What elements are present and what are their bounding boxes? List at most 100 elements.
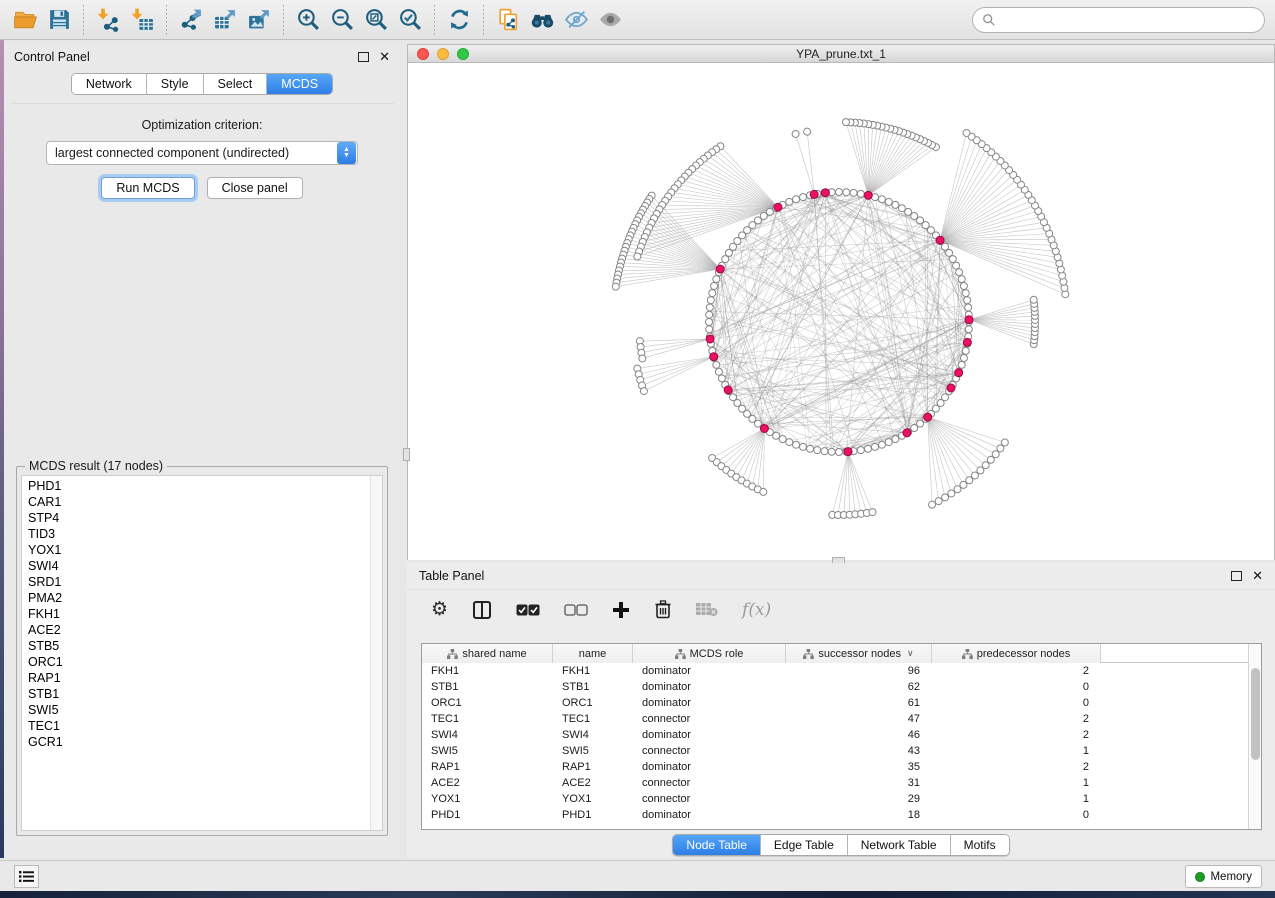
- graph-node[interactable]: [773, 432, 780, 439]
- graph-node[interactable]: [892, 201, 899, 208]
- tab-network-table[interactable]: Network Table: [848, 835, 951, 855]
- tab-style[interactable]: Style: [147, 74, 204, 94]
- graph-node[interactable]: [779, 436, 786, 443]
- graph-node[interactable]: [964, 297, 971, 304]
- graph-node[interactable]: [878, 196, 885, 203]
- criterion-dropdown[interactable]: largest connected component (undirected)…: [46, 141, 358, 165]
- graph-dominator-node[interactable]: [864, 191, 872, 199]
- graph-node[interactable]: [836, 189, 843, 196]
- close-panel-button[interactable]: Close panel: [207, 177, 303, 199]
- graph-dominator-node[interactable]: [844, 448, 852, 456]
- mcds-result-item[interactable]: SWI4: [28, 558, 370, 574]
- graph-node[interactable]: [800, 194, 807, 201]
- zoom-selected-icon[interactable]: [393, 5, 427, 35]
- mcds-result-item[interactable]: TEC1: [28, 718, 370, 734]
- graph-node[interactable]: [905, 208, 912, 215]
- graph-node[interactable]: [706, 326, 713, 333]
- compare-networks-icon[interactable]: [491, 5, 525, 35]
- table-row[interactable]: FKH1FKH1dominator962: [422, 663, 1248, 679]
- mcds-result-list[interactable]: PHD1CAR1STP4TID3YOX1SWI4SRD1PMA2FKH1ACE2…: [22, 476, 370, 830]
- table-scrollbar[interactable]: [1248, 644, 1261, 829]
- deselect-all-rows-icon[interactable]: [564, 604, 588, 616]
- zoom-in-icon[interactable]: [291, 5, 325, 35]
- mcds-result-item[interactable]: PMA2: [28, 590, 370, 606]
- table-row[interactable]: SWI5SWI5connector431: [422, 743, 1248, 759]
- export-network-icon[interactable]: [174, 5, 208, 35]
- mcds-result-item[interactable]: FKH1: [28, 606, 370, 622]
- graph-node[interactable]: [960, 481, 967, 488]
- mcds-result-item[interactable]: SRD1: [28, 574, 370, 590]
- graph-node[interactable]: [878, 441, 885, 448]
- select-all-rows-icon[interactable]: [516, 604, 540, 616]
- run-mcds-button[interactable]: Run MCDS: [101, 177, 194, 199]
- graph-dominator-node[interactable]: [810, 190, 818, 198]
- float-table-panel-icon[interactable]: [1231, 571, 1242, 581]
- graph-node[interactable]: [965, 326, 972, 333]
- graph-node[interactable]: [958, 276, 965, 283]
- show-all-icon[interactable]: [593, 5, 627, 35]
- float-panel-icon[interactable]: [358, 52, 369, 62]
- tab-node-table[interactable]: Node Table: [673, 835, 761, 855]
- close-panel-icon[interactable]: ✕: [379, 52, 390, 62]
- graph-dominator-node[interactable]: [760, 424, 768, 432]
- delete-column-icon[interactable]: [654, 600, 672, 619]
- table-row[interactable]: TEC1TEC1connector472: [422, 711, 1248, 727]
- close-table-panel-icon[interactable]: ✕: [1252, 571, 1263, 581]
- graph-node[interactable]: [793, 441, 800, 448]
- mcds-result-item[interactable]: ACE2: [28, 622, 370, 638]
- refresh-icon[interactable]: [442, 5, 476, 35]
- tab-network[interactable]: Network: [72, 74, 147, 94]
- graph-dominator-node[interactable]: [947, 384, 955, 392]
- graph-node[interactable]: [935, 498, 942, 505]
- table-row[interactable]: STB1STB1dominator620: [422, 679, 1248, 695]
- split-view-icon[interactable]: [472, 600, 492, 620]
- graph-node[interactable]: [962, 347, 969, 354]
- tab-motifs[interactable]: Motifs: [951, 835, 1009, 855]
- graph-node[interactable]: [898, 205, 905, 212]
- graph-node[interactable]: [713, 361, 720, 368]
- graph-node[interactable]: [706, 304, 713, 311]
- mcds-result-item[interactable]: STP4: [28, 510, 370, 526]
- graph-node[interactable]: [800, 443, 807, 450]
- settings-gear-icon[interactable]: ⚙: [431, 600, 448, 619]
- graph-node[interactable]: [963, 129, 970, 136]
- graph-node[interactable]: [956, 269, 963, 276]
- graph-node[interactable]: [885, 439, 892, 446]
- table-row[interactable]: ORC1ORC1dominator610: [422, 695, 1248, 711]
- mcds-list-scrollbar[interactable]: [370, 476, 382, 830]
- graph-dominator-node[interactable]: [903, 429, 911, 437]
- graph-node[interactable]: [760, 488, 767, 495]
- column-header-name[interactable]: name: [553, 644, 633, 663]
- table-row[interactable]: RAP1RAP1dominator352: [422, 759, 1248, 775]
- graph-node[interactable]: [786, 439, 793, 446]
- column-header-successor-nodes[interactable]: successor nodes∨: [786, 644, 932, 663]
- graph-node[interactable]: [948, 490, 955, 497]
- graph-node[interactable]: [792, 130, 799, 137]
- export-table-icon[interactable]: [208, 5, 242, 35]
- graph-node[interactable]: [807, 445, 814, 452]
- search-input[interactable]: [996, 13, 1264, 27]
- import-table-icon[interactable]: [125, 5, 159, 35]
- table-row[interactable]: YOX1YOX1connector291: [422, 791, 1248, 807]
- graph-node[interactable]: [1030, 296, 1037, 303]
- graph-node[interactable]: [836, 449, 843, 456]
- graph-dominator-node[interactable]: [924, 413, 932, 421]
- open-file-icon[interactable]: [8, 5, 42, 35]
- graph-node[interactable]: [871, 443, 878, 450]
- task-history-button[interactable]: [14, 865, 39, 888]
- graph-node[interactable]: [804, 128, 811, 135]
- graph-dominator-node[interactable]: [821, 189, 829, 197]
- graph-node[interactable]: [842, 119, 849, 126]
- graph-node[interactable]: [997, 445, 1004, 452]
- graph-node[interactable]: [713, 276, 720, 283]
- graph-node[interactable]: [814, 447, 821, 454]
- column-header-shared-name[interactable]: shared name: [422, 644, 553, 663]
- mcds-result-item[interactable]: STB5: [28, 638, 370, 654]
- zoom-fit-icon[interactable]: [359, 5, 393, 35]
- graph-node[interactable]: [706, 319, 713, 326]
- mcds-result-item[interactable]: CAR1: [28, 494, 370, 510]
- graph-node[interactable]: [857, 190, 864, 197]
- graph-node[interactable]: [960, 354, 967, 361]
- network-graph[interactable]: [408, 63, 1274, 560]
- graph-node[interactable]: [962, 290, 969, 297]
